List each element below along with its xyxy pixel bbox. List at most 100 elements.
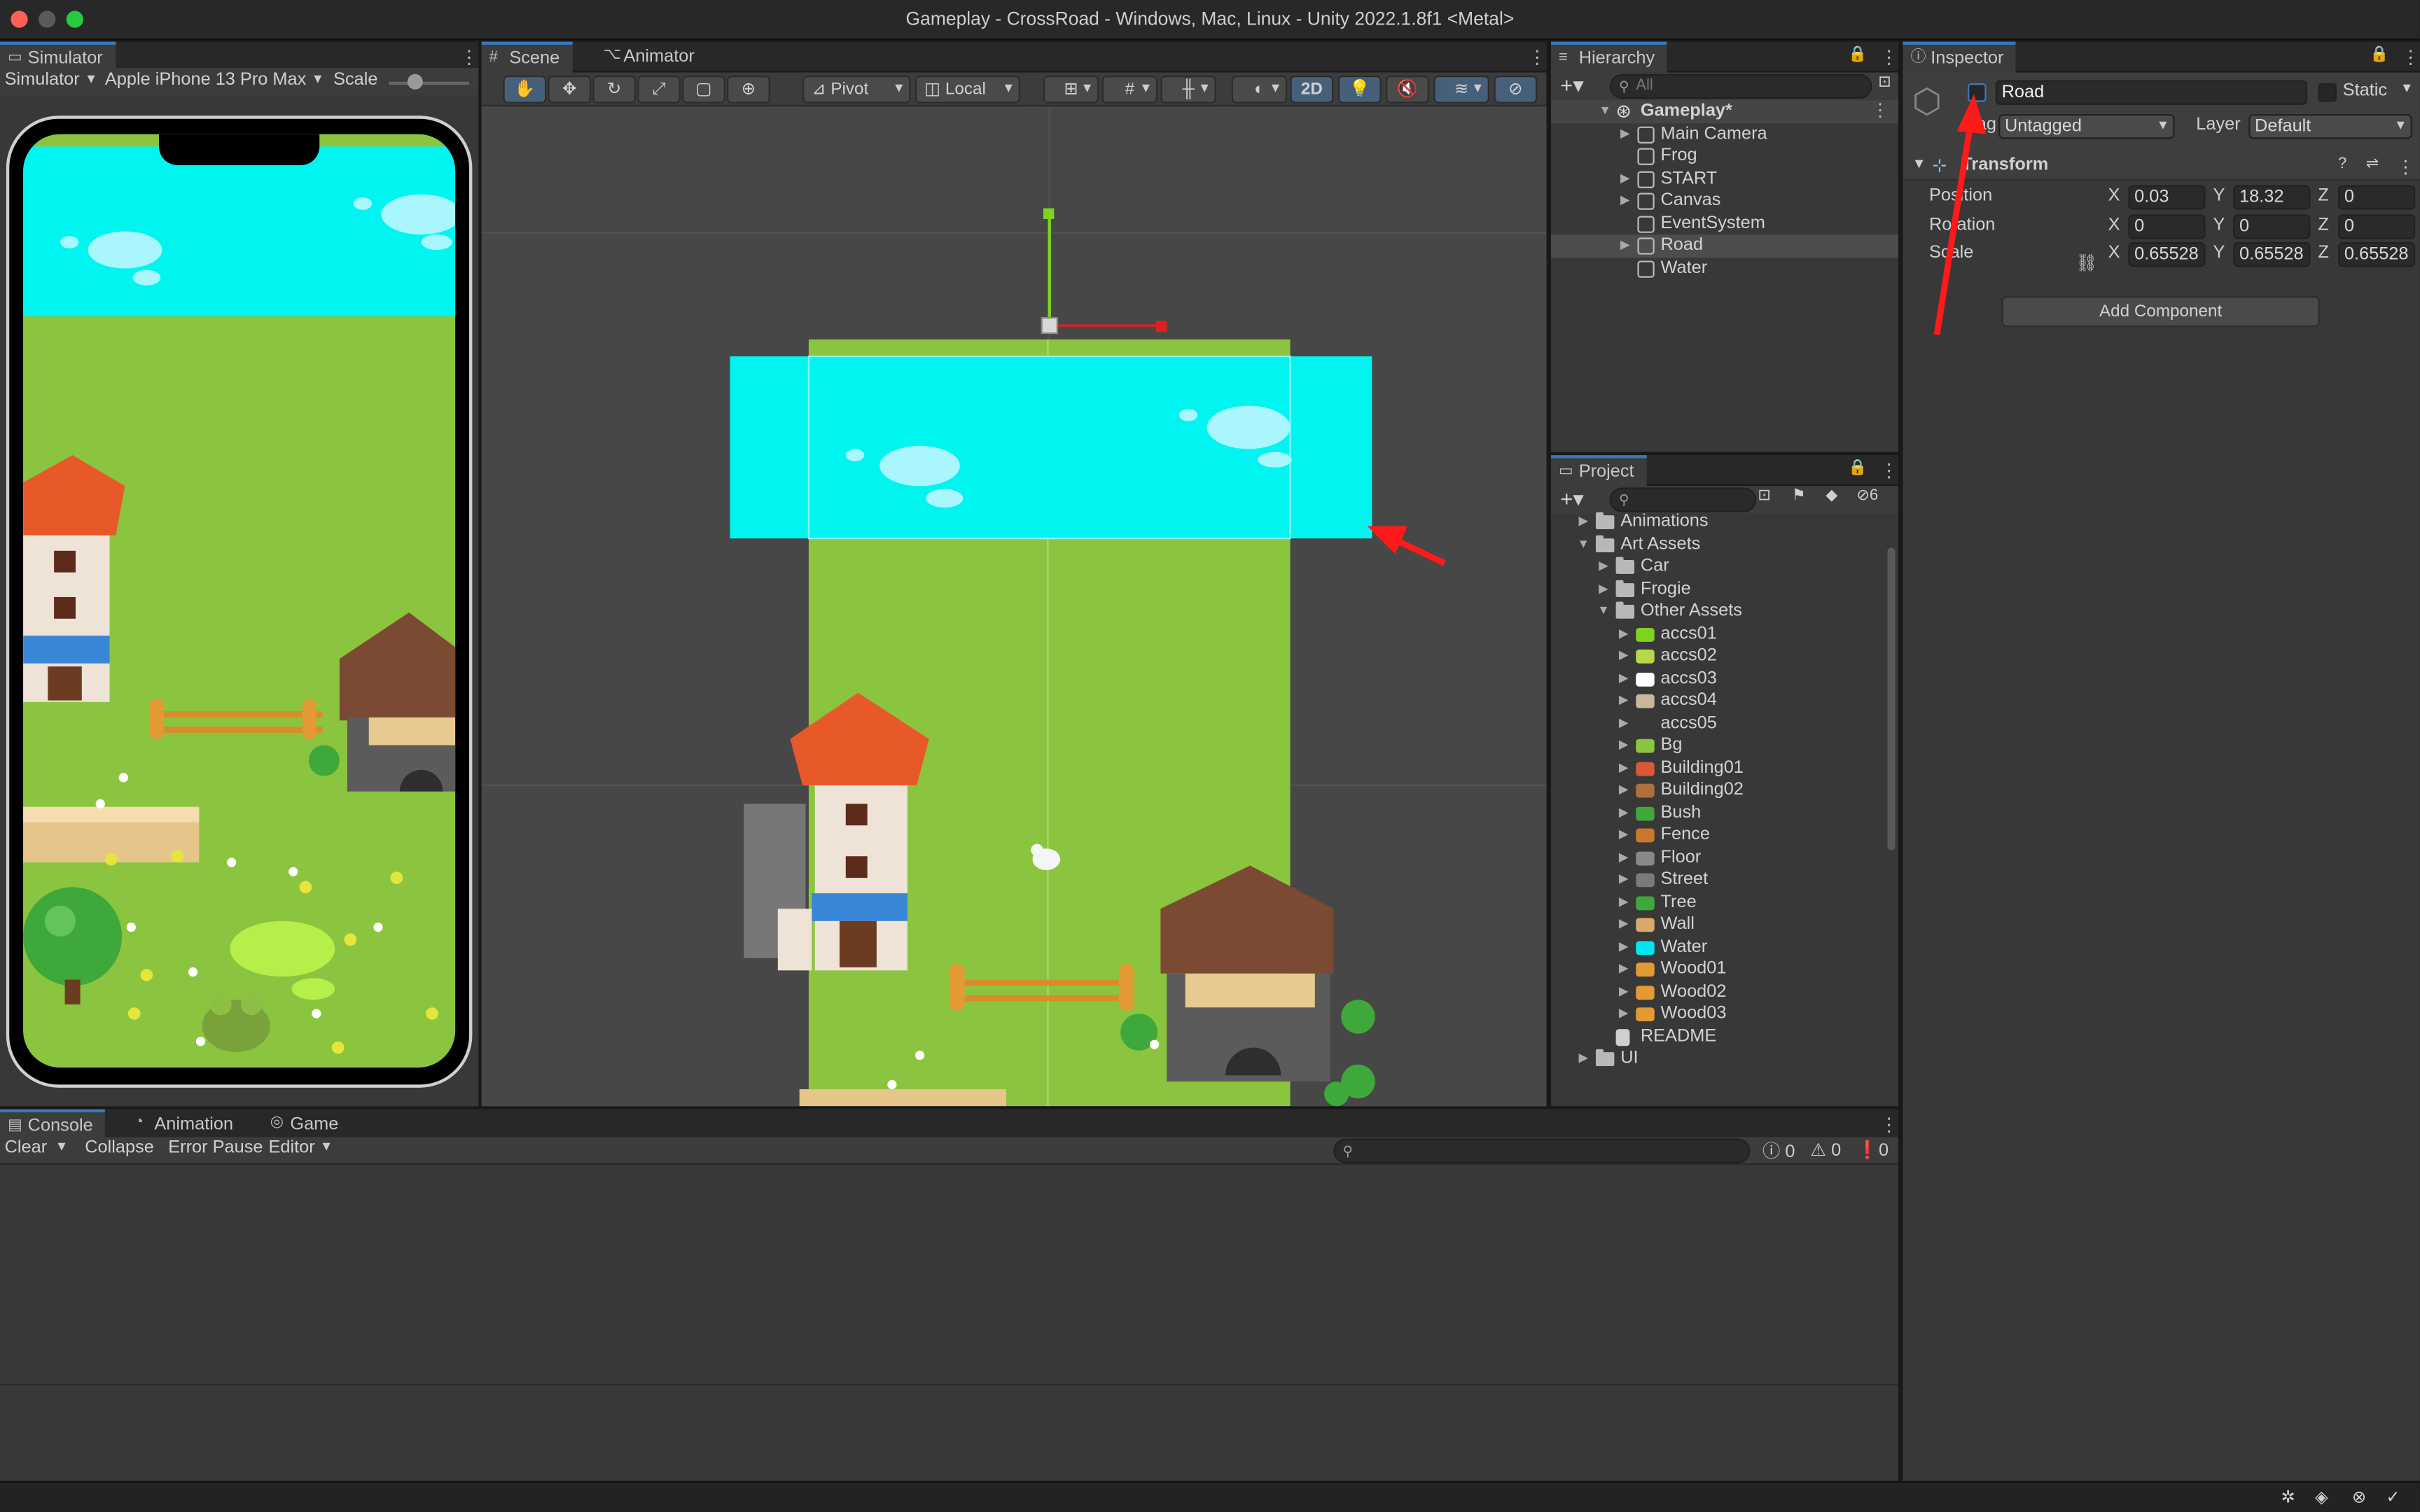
- transform-tool-button[interactable]: ⊕: [727, 75, 770, 104]
- create-button[interactable]: +▾: [1560, 486, 1584, 512]
- project-asset-item[interactable]: ▶ accs04: [1551, 690, 1884, 712]
- project-asset-item[interactable]: ▶ Water: [1551, 936, 1884, 958]
- hierarchy-item[interactable]: ▶ START: [1551, 167, 1898, 190]
- effects-dropdown[interactable]: ≋: [1433, 75, 1489, 104]
- project-asset-item[interactable]: ▶ accs01: [1551, 622, 1884, 645]
- tab-game[interactable]: ◎ Game: [263, 1110, 351, 1140]
- draw-mode-dropdown[interactable]: ◐: [1231, 75, 1288, 104]
- rect-tool-button[interactable]: ▢: [682, 75, 725, 104]
- audio-toggle-button[interactable]: 🔇: [1386, 75, 1429, 104]
- static-dropdown-icon[interactable]: ▾: [2403, 80, 2411, 97]
- component-menu-icon[interactable]: ⋮: [2397, 156, 2414, 177]
- hierarchy-item[interactable]: EventSystem: [1551, 212, 1898, 234]
- expand-arrow-icon[interactable]: ▶: [1616, 981, 1632, 1003]
- expand-arrow-icon[interactable]: ▶: [1616, 869, 1632, 891]
- tab-hierarchy[interactable]: ≡ Hierarchy: [1551, 41, 1667, 73]
- more-options-icon[interactable]: ⋮: [460, 46, 478, 68]
- expand-arrow-icon[interactable]: ▶: [1616, 846, 1632, 869]
- project-asset-item[interactable]: ▶ Tree: [1551, 891, 1884, 913]
- scale-tool-button[interactable]: ⤢: [637, 75, 681, 104]
- project-folder-item[interactable]: ▶ Car: [1551, 555, 1884, 578]
- tab-project[interactable]: ▭ Project: [1551, 455, 1647, 486]
- project-asset-item[interactable]: ▶ accs02: [1551, 645, 1884, 667]
- hierarchy-item[interactable]: ▶ Main Camera: [1551, 122, 1898, 145]
- project-asset-item[interactable]: ▶ Bg: [1551, 734, 1884, 757]
- layers-icon[interactable]: ◈: [2315, 1488, 2328, 1507]
- tab-console[interactable]: ▤ Console: [0, 1109, 106, 1140]
- simulator-viewport[interactable]: [0, 97, 479, 1107]
- expand-arrow-icon[interactable]: ▶: [1618, 122, 1633, 145]
- search-options-icon[interactable]: ⊡: [1878, 74, 1891, 91]
- project-folder-item[interactable]: ▶ UI: [1551, 1048, 1884, 1070]
- layer-dropdown[interactable]: Default: [2248, 114, 2412, 139]
- static-checkbox[interactable]: [2318, 83, 2337, 102]
- preset-icon[interactable]: ⇌: [2366, 156, 2379, 173]
- project-asset-item[interactable]: ▶ Wood03: [1551, 1003, 1884, 1026]
- hierarchy-root-gameplay[interactable]: ▼ ⊛ Gameplay* ⋮: [1551, 100, 1898, 123]
- more-options-icon[interactable]: ⋮: [1871, 100, 1889, 122]
- tab-animator[interactable]: ⌥ Animator: [596, 42, 707, 73]
- project-asset-item[interactable]: ▶ accs03: [1551, 667, 1884, 690]
- expand-arrow-icon[interactable]: ▶: [1616, 622, 1632, 645]
- create-button[interactable]: +▾: [1560, 73, 1584, 99]
- tab-inspector[interactable]: ⓘ Inspector: [1903, 41, 2017, 73]
- hierarchy-search-input[interactable]: ⚲ All: [1609, 74, 1872, 99]
- increment-snap-dropdown[interactable]: ╫: [1160, 75, 1216, 104]
- scale-slider-handle[interactable]: [407, 74, 423, 90]
- expand-arrow-icon[interactable]: ▶: [1576, 1048, 1591, 1070]
- more-options-icon[interactable]: ⋮: [1879, 46, 1898, 68]
- hierarchy-item[interactable]: ▶ Road: [1551, 234, 1898, 257]
- expand-arrow-icon[interactable]: ▼: [1597, 100, 1613, 122]
- project-folder-item[interactable]: ▶ Animations: [1551, 511, 1884, 533]
- simulator-mode-dropdown[interactable]: Simulator: [5, 71, 102, 89]
- local-dropdown[interactable]: ◫ Local: [915, 75, 1020, 104]
- project-asset-item[interactable]: ▶ Wall: [1551, 913, 1884, 936]
- expand-arrow-icon[interactable]: ▶: [1616, 824, 1632, 846]
- error-pause-button[interactable]: Error Pause: [168, 1139, 263, 1157]
- expand-arrow-icon[interactable]: ▶: [1616, 913, 1632, 936]
- expand-arrow-icon[interactable]: ▶: [1596, 555, 1611, 578]
- move-tool-button[interactable]: ✥: [548, 75, 592, 104]
- project-folder-item[interactable]: README: [1551, 1026, 1884, 1048]
- expand-arrow-icon[interactable]: ▶: [1576, 511, 1591, 533]
- project-asset-item[interactable]: ▶ Floor: [1551, 846, 1884, 869]
- scale-z-field[interactable]: 0.65528: [2338, 242, 2416, 267]
- position-y-field[interactable]: 18.32: [2233, 185, 2311, 210]
- lock-icon[interactable]: 🔒: [2370, 46, 2388, 63]
- error-count-toggle[interactable]: ❗0: [1856, 1139, 1889, 1160]
- filter-by-label-icon[interactable]: ⚑: [1792, 487, 1806, 504]
- lock-icon[interactable]: 🔒: [1848, 46, 1867, 63]
- expand-arrow-icon[interactable]: ▼: [1596, 600, 1611, 622]
- project-asset-item[interactable]: ▶ Street: [1551, 869, 1884, 891]
- lighting-toggle-button[interactable]: 💡: [1337, 75, 1382, 104]
- scene-visibility-button[interactable]: ⊘: [1494, 75, 1538, 104]
- project-folder-item[interactable]: ▶ Frogie: [1551, 578, 1884, 600]
- tab-animation[interactable]: ◔ Animation: [127, 1110, 246, 1140]
- grid-dropdown[interactable]: #: [1101, 75, 1157, 104]
- hidden-packages-icon[interactable]: ⊘6: [1856, 487, 1878, 504]
- game-screen[interactable]: [23, 134, 456, 1068]
- rotate-tool-button[interactable]: ↻: [592, 75, 637, 104]
- expand-arrow-icon[interactable]: ▶: [1616, 667, 1632, 690]
- lock-icon[interactable]: 🔒: [1848, 460, 1867, 477]
- pivot-dropdown[interactable]: ⊿ Pivot: [802, 75, 911, 104]
- project-asset-item[interactable]: ▶ Wood01: [1551, 958, 1884, 981]
- tag-icon[interactable]: ◆: [1826, 487, 1837, 504]
- clear-dropdown[interactable]: Clear: [5, 1139, 72, 1157]
- project-asset-item[interactable]: ▶ Wood02: [1551, 981, 1884, 1003]
- snap-dropdown[interactable]: ⊞: [1043, 75, 1099, 104]
- expand-arrow-icon[interactable]: ▶: [1616, 891, 1632, 913]
- rotation-x-field[interactable]: 0: [2128, 214, 2206, 239]
- position-z-field[interactable]: 0: [2338, 185, 2416, 210]
- expand-arrow-icon[interactable]: ▶: [1616, 757, 1632, 779]
- add-component-button[interactable]: Add Component: [2001, 296, 2320, 328]
- scale-y-field[interactable]: 0.65528: [2233, 242, 2311, 267]
- hand-tool-button[interactable]: ✋: [503, 75, 547, 104]
- bug-icon[interactable]: ✲: [2281, 1488, 2295, 1507]
- scene-viewport[interactable]: [481, 106, 1547, 1107]
- info-count-toggle[interactable]: ⓘ 0: [1762, 1139, 1795, 1163]
- hierarchy-item[interactable]: Frog: [1551, 145, 1898, 167]
- project-asset-item[interactable]: ▶ Building01: [1551, 757, 1884, 779]
- project-scrollbar[interactable]: [1887, 547, 1896, 850]
- tab-scene[interactable]: # Scene: [481, 41, 572, 73]
